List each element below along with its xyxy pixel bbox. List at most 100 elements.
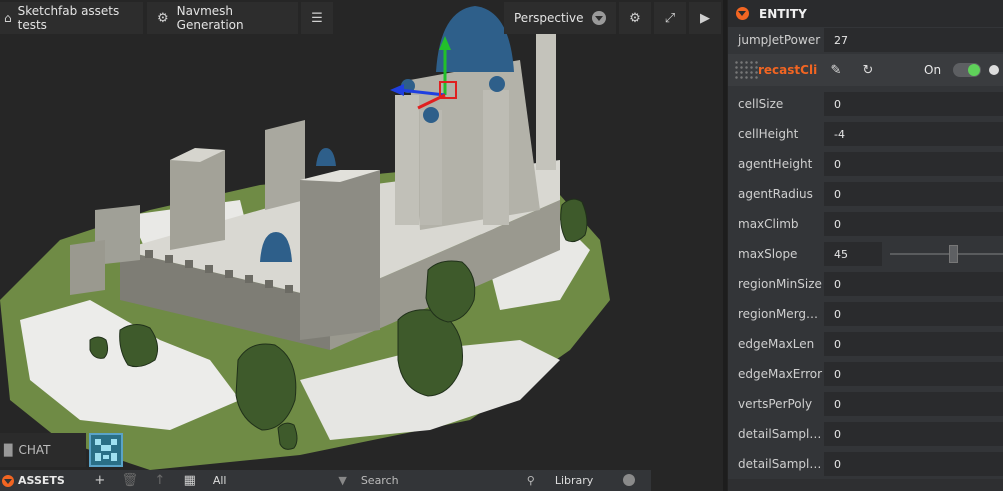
scene-name: Navmesh Generation	[176, 4, 244, 32]
field-input[interactable]: 0	[824, 212, 1003, 236]
minaret-right	[483, 90, 509, 225]
field-row: edgeMaxLen 0	[728, 329, 1003, 359]
assets-title: ASSETS	[18, 474, 65, 487]
settings-button[interactable]: ⚙	[619, 2, 651, 34]
field-row: detailSample... 0	[728, 419, 1003, 449]
scene-list-button[interactable]: ☰	[301, 2, 333, 34]
field-label: cellHeight	[738, 127, 799, 141]
chat-button[interactable]: █ CHAT	[0, 433, 86, 467]
field-label: jumpJetPower	[738, 33, 821, 47]
minaret-center	[420, 110, 442, 225]
field-label: regionMerge...	[738, 307, 824, 321]
caret-down-icon: ▼	[338, 474, 347, 487]
avatar[interactable]	[89, 433, 123, 467]
field-row: maxSlope 45	[728, 239, 1003, 269]
field-input[interactable]: 0	[824, 182, 1003, 206]
camera-label: Perspective	[514, 11, 584, 25]
scene-render[interactable]	[0, 0, 723, 491]
script-name: recastCli	[758, 63, 818, 77]
field-label: maxSlope	[738, 247, 798, 261]
field-label: maxClimb	[738, 217, 799, 231]
toggle-knob	[968, 64, 981, 76]
field-input[interactable]: 27	[824, 28, 1003, 52]
field-label: vertsPerPoly	[738, 397, 813, 411]
minaret-tall	[536, 20, 556, 170]
library-button[interactable]: Library	[555, 474, 635, 487]
small-dome	[316, 148, 336, 166]
field-label: agentRadius	[738, 187, 813, 201]
field-row: vertsPerPoly 0	[728, 389, 1003, 419]
up-folder-button[interactable]: ↑	[145, 473, 175, 488]
field-input[interactable]: 0	[824, 392, 1003, 416]
field-input[interactable]: 0	[824, 152, 1003, 176]
field-input[interactable]: 0	[824, 302, 1003, 326]
chat-label: CHAT	[18, 443, 51, 457]
field-input[interactable]: 0	[824, 362, 1003, 386]
chevron-down-icon	[592, 11, 606, 25]
launch-button[interactable]: ▶	[689, 2, 721, 34]
script-enabled-toggle[interactable]	[953, 63, 982, 77]
field-row: agentRadius 0	[728, 179, 1003, 209]
field-input[interactable]: 0	[824, 332, 1003, 356]
delete-asset-button[interactable]: 🗑	[115, 473, 145, 488]
field-row: edgeMaxError 0	[728, 359, 1003, 389]
field-label: detailSample...	[738, 427, 824, 441]
main-dome	[436, 6, 514, 72]
viewport-3d[interactable]: ⌂ Sketchfab assets tests ⚙ Navmesh Gener…	[0, 0, 723, 491]
next-component-header	[728, 479, 1003, 491]
camera-dropdown[interactable]: Perspective	[504, 2, 616, 34]
slider-handle[interactable]	[949, 245, 958, 263]
collapse-icon[interactable]	[2, 474, 14, 487]
field-label: edgeMaxLen	[738, 337, 815, 351]
slider-track[interactable]	[890, 253, 1003, 255]
gear-icon: ⚙	[629, 10, 641, 26]
gear-icon: ⚙	[157, 10, 169, 26]
project-button[interactable]: ⌂ Sketchfab assets tests	[0, 2, 143, 34]
toggle-label: On	[924, 63, 942, 77]
field-row: jumpJetPower 27	[728, 27, 1003, 53]
component-menu-icon[interactable]	[989, 65, 1000, 75]
field-row: detailSample... 0	[728, 449, 1003, 479]
inspector-header: ENTITY	[728, 0, 1003, 27]
field-label: regionMinSize	[738, 277, 822, 291]
field-row: regionMinSize 0	[728, 269, 1003, 299]
field-label: edgeMaxError	[738, 367, 823, 381]
play-icon: ▶	[700, 10, 710, 26]
inspector-title: ENTITY	[759, 6, 807, 21]
script-component-header: recastCli ✎ ↻ On	[728, 54, 1003, 86]
home-icon: ⌂	[4, 11, 12, 25]
field-input[interactable]: 45	[824, 242, 882, 266]
project-name: Sketchfab assets tests	[17, 4, 120, 32]
field-row: regionMerge... 0	[728, 299, 1003, 329]
grid-view-button[interactable]: ▦	[175, 473, 205, 488]
field-row: cellSize 0	[728, 89, 1003, 119]
add-asset-button[interactable]: +	[85, 473, 115, 488]
field-input[interactable]: 0	[824, 92, 1003, 116]
avatar-pattern-icon	[95, 439, 117, 461]
refresh-icon[interactable]: ↻	[852, 63, 884, 78]
gizmo-z-arrow[interactable]	[390, 84, 404, 96]
edit-icon[interactable]: ✎	[820, 63, 852, 78]
minaret-dome	[423, 107, 439, 123]
field-input[interactable]: 0	[824, 422, 1003, 446]
scene-button[interactable]: ⚙ Navmesh Generation	[147, 2, 298, 34]
tower-mid	[265, 120, 305, 210]
asset-filter-dropdown[interactable]: All ▼	[213, 474, 353, 487]
search-placeholder: Search	[360, 474, 399, 487]
fullscreen-icon: ⤢	[664, 10, 676, 26]
minaret-dome	[489, 76, 505, 92]
assets-panel-header: ASSETS + 🗑 ↑ ▦ All ▼ Search ⚲ Library	[0, 470, 651, 491]
drag-handle-icon[interactable]	[734, 60, 758, 80]
asset-search-input[interactable]: Search ⚲	[361, 474, 541, 487]
inspector-panel: ENTITY jumpJetPower 27 recastCli ✎ ↻ On …	[727, 0, 1003, 491]
collapse-icon[interactable]	[736, 7, 749, 20]
field-input[interactable]: -4	[824, 122, 1003, 146]
field-input[interactable]: 0	[824, 272, 1003, 296]
search-icon: ⚲	[526, 474, 535, 487]
tower-front	[300, 170, 380, 340]
field-row: maxClimb 0	[728, 209, 1003, 239]
fullscreen-button[interactable]: ⤢	[654, 2, 686, 34]
field-label: agentHeight	[738, 157, 813, 171]
library-arrow-icon	[622, 474, 635, 486]
field-input[interactable]: 0	[824, 452, 1003, 476]
